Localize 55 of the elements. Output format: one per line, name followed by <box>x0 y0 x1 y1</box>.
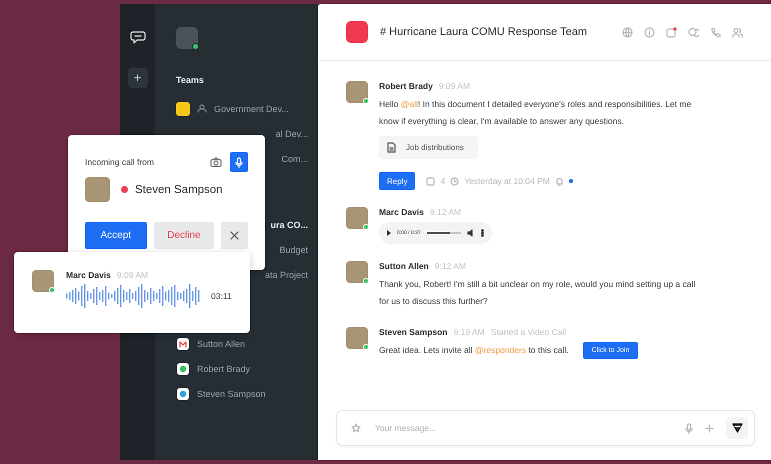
author-name: Sutton Allen <box>379 261 429 271</box>
reply-button[interactable]: Reply <box>379 172 416 190</box>
team-item[interactable]: al Dev... <box>276 128 308 138</box>
timestamp: 9:09 AM <box>438 81 470 91</box>
bell-icon <box>554 176 564 186</box>
channel-item[interactable]: Budget <box>279 244 308 254</box>
author-name: Marc Davis <box>379 207 424 217</box>
team-item[interactable]: Com... <box>281 154 308 164</box>
mail-icon <box>176 336 190 350</box>
microphone-button[interactable] <box>230 152 248 172</box>
clock-icon <box>450 176 460 186</box>
team-item[interactable]: Government Dev... <box>214 104 289 114</box>
channel-title: # Hurricane Laura COMU Response Team <box>380 26 588 38</box>
timestamp: 9:12 AM <box>430 207 462 217</box>
caller-name: Steven Sampson <box>135 184 223 196</box>
voice-duration: 03:11 <box>211 291 232 301</box>
message-field[interactable]: Your message... <box>373 422 673 434</box>
message-text: Hello @all! In this document I detailed everyone's roles and responsibilities. Let me know if everything is clear, I'm available to answer any questions. <box>379 98 692 128</box>
author-name: Robert Brady <box>379 81 433 91</box>
close-icon <box>230 231 240 240</box>
timestamp: 9:09 AM <box>116 270 148 280</box>
microphone-icon <box>235 156 243 168</box>
attachment-chip[interactable]: Job distributions <box>379 136 478 159</box>
call-note: Started a Video Call <box>490 327 566 337</box>
comment-icon <box>426 176 436 186</box>
timestamp: 9:19 AM <box>454 327 485 337</box>
send-button[interactable] <box>726 417 748 439</box>
contact-item[interactable]: Sutton Allen <box>197 338 246 348</box>
contact-item[interactable]: Robert Brady <box>197 364 250 374</box>
message-text: Thank you, Robert! I'm still a bit unclear on my role, would you mind setting up a call for us to discuss this further? <box>379 278 696 308</box>
call-label: Incoming call from <box>85 157 155 167</box>
avatar-photo <box>85 177 110 202</box>
close-button[interactable] <box>221 222 248 249</box>
section-heading: Teams <box>176 75 205 85</box>
attachment-name: Job distributions <box>406 143 464 152</box>
chat-bubble-icon <box>130 30 146 44</box>
add-button[interactable]: + <box>128 68 148 88</box>
channel-item[interactable]: ata Project <box>264 270 308 280</box>
message-text: Great idea. Lets invite all @responders to this call. <box>379 344 569 357</box>
play-icon[interactable] <box>387 230 391 236</box>
contact-item[interactable]: Steven Sampson <box>197 388 266 398</box>
star-icon[interactable] <box>351 423 361 433</box>
document-icon <box>387 142 396 153</box>
workspace-avatar[interactable] <box>176 27 198 49</box>
timestamp: 9:12 AM <box>434 261 466 271</box>
more-icon[interactable] <box>480 229 484 237</box>
reply-count: 4 <box>440 176 446 186</box>
author-name: Steven Sampson <box>379 327 448 337</box>
decline-button[interactable]: Decline <box>154 222 214 249</box>
accept-button[interactable]: Accept <box>85 222 147 249</box>
notification-icon[interactable] <box>666 26 677 38</box>
author-name: Marc Davis <box>66 270 111 280</box>
last-reply-time: Yesterday at 10:04 PM <box>464 176 550 186</box>
volume-icon[interactable] <box>466 229 475 237</box>
channel-item[interactable]: ura CO... <box>270 220 308 230</box>
